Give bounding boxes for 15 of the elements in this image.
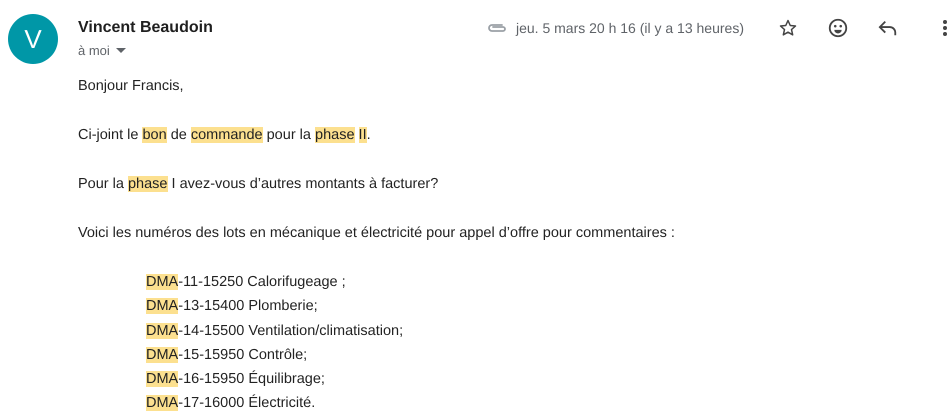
recipient-label: à moi (78, 43, 110, 58)
caret-icon[interactable] (116, 48, 126, 53)
message-date: jeu. 5 mars 20 h 16 (il y a 13 heures) (516, 20, 744, 36)
lot-line: DMA-17-16000 Électricité. (146, 393, 316, 414)
lot-line: DMA-15-15950 Contrôle; (146, 346, 308, 365)
lot-line: DMA-11-15250 Calorifugeage ; (146, 273, 347, 292)
body-paragraph: Pour la phase I avez-vous d’autres montants à facturer? (78, 175, 440, 194)
avatar: V (8, 14, 58, 64)
body-paragraph: Bonjour Francis, (78, 77, 185, 96)
lot-line: DMA-13-15400 Plomberie; (146, 297, 319, 316)
lot-line: DMA-14-15500 Ventilation/climatisation; (146, 322, 404, 341)
lot-line: DMA-16-15950 Équilibrage; (146, 369, 326, 390)
body-paragraph: Ci-joint le bon de commande pour la phase II. (78, 126, 372, 145)
body-paragraph: Voici les numéros des lots en mécanique et électricité pour appel d’offre pour commentaires : (78, 224, 676, 243)
sender-name: Vincent Beaudoin (78, 18, 213, 38)
